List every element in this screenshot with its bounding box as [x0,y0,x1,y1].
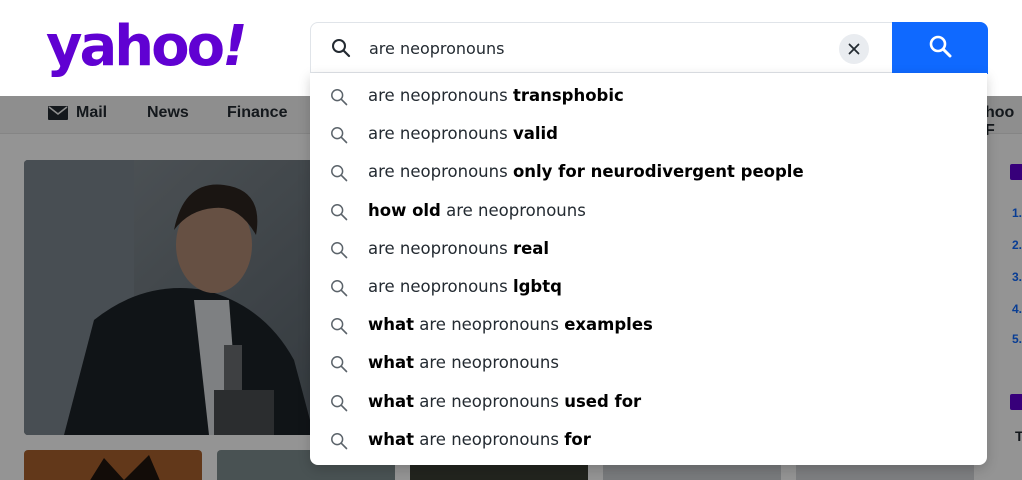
suggestion-query: are neopronouns [368,86,513,105]
suggestion-item[interactable]: are neopronouns only for neurodivergent … [310,154,987,192]
suggestion-item[interactable]: are neopronouns lgbtq [310,269,987,307]
suggestion-query: are neopronouns [414,391,565,411]
suggestion-text: how old are neopronouns [368,201,586,220]
suggestion-item[interactable]: how old are neopronouns [310,193,987,231]
search-icon [331,38,351,58]
suggestion-item[interactable]: what are neopronouns examples [310,307,987,345]
suggestion-query: are neopronouns [440,200,586,220]
search-icon [928,34,952,62]
suggestion-query: are neopronouns [414,315,565,335]
suggestion-text: what are neopronouns examples [368,315,653,334]
suggestion-text: are neopronouns valid [368,124,558,143]
suggestion-text: are neopronouns real [368,239,549,258]
search-icon [330,317,348,335]
search-icon [330,241,348,259]
suggestion-query: are neopronouns [414,429,565,449]
suggestion-bold-prefix: what [368,391,415,411]
suggestion-item[interactable]: what are neopronouns used for [310,384,987,422]
suggestion-query: are neopronouns [368,162,513,182]
search-icon [330,279,348,297]
suggestion-bold-prefix: how old [368,200,441,220]
suggestion-item[interactable]: are neopronouns valid [310,116,987,154]
suggestion-bold-prefix: what [368,315,415,335]
suggestion-text: what are neopronouns for [368,430,591,449]
logo-text: yahoo [46,14,225,79]
search-icon [330,88,348,106]
suggestion-item[interactable]: what are neopronouns for [310,422,987,460]
search-input[interactable] [369,34,829,62]
search-icon [330,355,348,373]
logo-bang: ! [222,14,247,79]
search-bar [310,22,988,74]
suggestion-text: are neopronouns transphobic [368,86,624,105]
search-submit-button[interactable] [892,22,988,74]
suggestion-bold-prefix: what [368,429,415,449]
suggestion-bold-suffix: lgbtq [512,276,562,296]
suggestion-item[interactable]: are neopronouns transphobic [310,78,987,116]
search-icon [330,432,348,450]
search-icon [330,164,348,182]
suggestion-bold-suffix: examples [564,315,653,335]
suggestion-bold-suffix: for [564,429,591,449]
suggestion-text: what are neopronouns [368,353,559,372]
close-icon [848,40,860,59]
search-suggestions: are neopronouns transphobic are neopronou… [310,73,987,465]
suggestion-text: what are neopronouns used for [368,392,641,411]
suggestion-text: are neopronouns lgbtq [368,277,562,296]
suggestion-query: are neopronouns [368,238,513,258]
suggestion-bold-prefix: what [368,353,415,373]
search-icon [330,203,348,221]
search-icon [330,126,348,144]
suggestion-query: are neopronouns [414,353,559,373]
yahoo-page: yahoo! Mail News Finance hoo F 1. 2. 3. … [0,0,1022,480]
suggestion-bold-suffix: transphobic [512,86,624,105]
suggestion-bold-suffix: real [512,238,550,258]
suggestion-bold-suffix: used for [564,391,642,411]
suggestion-query: are neopronouns [368,276,513,296]
suggestion-query: are neopronouns [368,124,513,144]
suggestion-item[interactable]: are neopronouns real [310,231,987,269]
suggestion-item[interactable]: what are neopronouns [310,345,987,383]
suggestion-text: are neopronouns only for neurodivergent … [368,162,804,181]
suggestion-bold-suffix: only for neurodivergent people [512,162,804,182]
search-icon [330,394,348,412]
suggestion-bold-suffix: valid [512,124,558,144]
clear-button[interactable] [839,34,869,64]
yahoo-logo[interactable]: yahoo! [46,12,248,82]
